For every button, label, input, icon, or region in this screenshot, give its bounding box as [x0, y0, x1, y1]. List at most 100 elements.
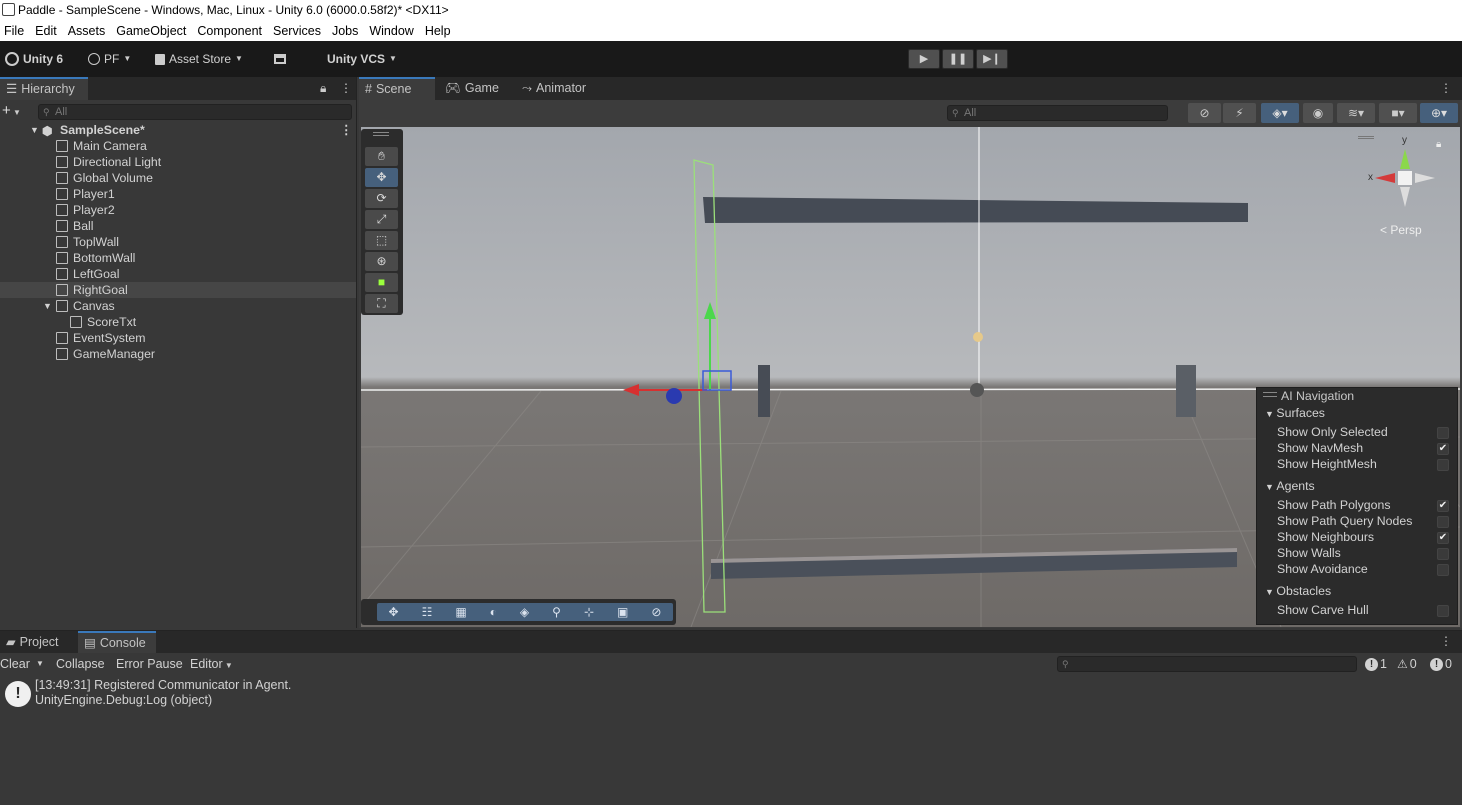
tab-scene[interactable]: # Scene — [359, 77, 435, 100]
agents-header[interactable]: ▼ Agents — [1265, 478, 1315, 494]
kebab-menu-icon[interactable]: ⋮ — [340, 81, 352, 95]
error-pause-button[interactable]: Error Pause — [116, 655, 183, 673]
tab-project[interactable]: ▰ Project — [0, 631, 65, 653]
menu-component[interactable]: Component — [193, 24, 266, 38]
menu-edit[interactable]: Edit — [31, 24, 61, 38]
compass-icon[interactable]: ⊘ — [651, 605, 661, 619]
nav-option-row[interactable]: Show Walls — [1277, 545, 1457, 561]
nav-option-checkbox[interactable]: ✔ — [1437, 532, 1449, 544]
left-goal[interactable] — [758, 365, 770, 417]
clear-button[interactable]: Clear — [0, 655, 30, 673]
lock-icon[interactable]: 🔒︎ — [320, 81, 326, 96]
nav-option-row[interactable]: Show Path Query Nodes — [1277, 513, 1457, 529]
expand-arrow-icon[interactable]: ▼ — [30, 122, 39, 138]
asset-store-dropdown[interactable]: Asset Store ▼ — [155, 50, 243, 68]
lighting-toggle-button[interactable]: ⚡︎ — [1223, 103, 1256, 123]
hierarchy-item[interactable]: ScoreTxt — [0, 314, 356, 330]
hierarchy-item[interactable]: Player1 — [0, 186, 356, 202]
move-arrow-x-icon[interactable] — [623, 384, 639, 396]
nav-option-row[interactable]: Show NavMesh ✔ — [1277, 440, 1457, 456]
nav-option-row[interactable]: Show HeightMesh — [1277, 456, 1457, 472]
tab-console[interactable]: ▤ Console — [78, 631, 156, 653]
kebab-menu-icon[interactable]: ⋮ — [340, 122, 352, 138]
camera-dropdown[interactable]: ■▾ — [1379, 103, 1417, 123]
custom-tool[interactable]: ■ — [365, 273, 398, 292]
2d-toggle-button[interactable]: ⊘ — [1188, 103, 1221, 123]
create-button[interactable]: + ▼ — [2, 102, 21, 119]
kebab-menu-icon[interactable]: ⋮ — [1440, 634, 1452, 648]
hierarchy-item[interactable]: Directional Light — [0, 154, 356, 170]
hierarchy-search-input[interactable]: ⚲ All — [38, 104, 352, 120]
menu-services[interactable]: Services — [269, 24, 325, 38]
scene-search-input[interactable]: ⚲ All — [947, 105, 1168, 121]
transform-tool[interactable]: ⊛ — [365, 252, 398, 271]
move-arrow-y-icon[interactable] — [704, 302, 716, 319]
nav-option-row[interactable]: Show Neighbours ✔ — [1277, 529, 1457, 545]
tab-animator[interactable]: ⤳ Animator — [516, 77, 592, 100]
hierarchy-item[interactable]: Player2 — [0, 202, 356, 218]
surfaces-header[interactable]: ▼ Surfaces — [1265, 405, 1325, 421]
menu-jobs[interactable]: Jobs — [328, 24, 362, 38]
nav-option-checkbox[interactable] — [1437, 564, 1449, 576]
move-icon[interactable]: ✥ — [389, 605, 399, 619]
nav-option-checkbox[interactable]: ✔ — [1437, 443, 1449, 455]
nav-option-checkbox[interactable] — [1437, 459, 1449, 471]
menu-window[interactable]: Window — [365, 24, 417, 38]
archive-button[interactable] — [274, 50, 286, 68]
rotate-tool[interactable]: ⟳ — [365, 189, 398, 208]
visibility-toggle-button[interactable]: ◉ — [1303, 103, 1333, 123]
shading-icon[interactable]: ◐ — [490, 605, 497, 619]
pivot-icon[interactable]: ⊹ — [584, 605, 594, 619]
move-tool[interactable]: ✥ — [365, 168, 398, 187]
hierarchy-item[interactable]: LeftGoal — [0, 266, 356, 282]
expand-arrow-icon[interactable]: ▼ — [43, 298, 52, 314]
hierarchy-item[interactable]: ▼ Canvas — [0, 298, 356, 314]
hierarchy-item[interactable]: BottomWall — [0, 250, 356, 266]
nav-option-row[interactable]: Show Avoidance — [1277, 561, 1457, 577]
nav-option-checkbox[interactable] — [1437, 516, 1449, 528]
layers-icon[interactable]: ◈ — [520, 605, 529, 619]
menu-assets[interactable]: Assets — [64, 24, 110, 38]
console-search-input[interactable]: ⚲ — [1057, 656, 1357, 672]
nav-option-checkbox[interactable] — [1437, 427, 1449, 439]
kebab-menu-icon[interactable]: ⋮ — [1440, 81, 1452, 95]
scene-root-row[interactable]: ▼ ⬢ SampleScene* ⋮ — [0, 122, 356, 138]
unity-vcs-dropdown[interactable]: Unity VCS ▼ — [327, 50, 397, 68]
nav-option-row[interactable]: Show Carve Hull — [1277, 602, 1457, 618]
ball-object[interactable] — [970, 383, 984, 397]
search-icon[interactable]: ⚲ — [552, 605, 561, 619]
navmesh-tool[interactable]: ⛶ — [365, 294, 398, 313]
drag-handle[interactable] — [1358, 136, 1374, 139]
hierarchy-item[interactable]: EventSystem — [0, 330, 356, 346]
play-button[interactable]: ▶ — [908, 49, 940, 69]
drag-handle[interactable] — [373, 132, 389, 136]
right-goal-object[interactable] — [1176, 365, 1196, 417]
camera-icon[interactable]: ▣ — [617, 605, 628, 619]
warning-count-toggle[interactable]: ⚠ 0 — [1397, 655, 1417, 673]
light-gizmo-icon[interactable] — [973, 332, 983, 342]
menu-file[interactable]: File — [0, 24, 28, 38]
gizmos-dropdown[interactable]: ⊕▾ — [1420, 103, 1458, 123]
hierarchy-item[interactable]: RightGoal — [0, 282, 356, 298]
hierarchy-item[interactable]: Ball — [0, 218, 356, 234]
grid-snap-icon[interactable]: ▦ — [455, 605, 466, 619]
obstacles-header[interactable]: ▼ Obstacles — [1265, 583, 1331, 599]
tab-game[interactable]: 🎮︎ Game — [439, 77, 505, 100]
move-plane-handle[interactable] — [702, 370, 732, 391]
pf-dropdown[interactable]: PF ▼ — [88, 50, 131, 68]
pause-button[interactable]: ❚❚ — [942, 49, 974, 69]
account-button[interactable]: Unity 6 — [5, 50, 63, 68]
hand-tool[interactable]: ✋︎ — [365, 147, 398, 166]
rect-tool[interactable]: ⬚ — [365, 231, 398, 250]
orientation-gizmo[interactable]: 🔒︎ y x < Persp — [1356, 133, 1456, 243]
editor-dropdown[interactable]: Editor ▼ — [190, 655, 233, 673]
scale-tool[interactable]: ⤢ — [365, 210, 398, 229]
sliders-icon[interactable]: ☷ — [422, 605, 433, 619]
hierarchy-item[interactable]: Main Camera — [0, 138, 356, 154]
log-count-toggle[interactable]: ! 1 — [1365, 655, 1387, 673]
nav-option-checkbox[interactable]: ✔ — [1437, 500, 1449, 512]
nav-option-checkbox[interactable] — [1437, 548, 1449, 560]
menu-help[interactable]: Help — [421, 24, 455, 38]
layers-dropdown[interactable]: ≋▾ — [1337, 103, 1375, 123]
menu-gameobject[interactable]: GameObject — [112, 24, 190, 38]
